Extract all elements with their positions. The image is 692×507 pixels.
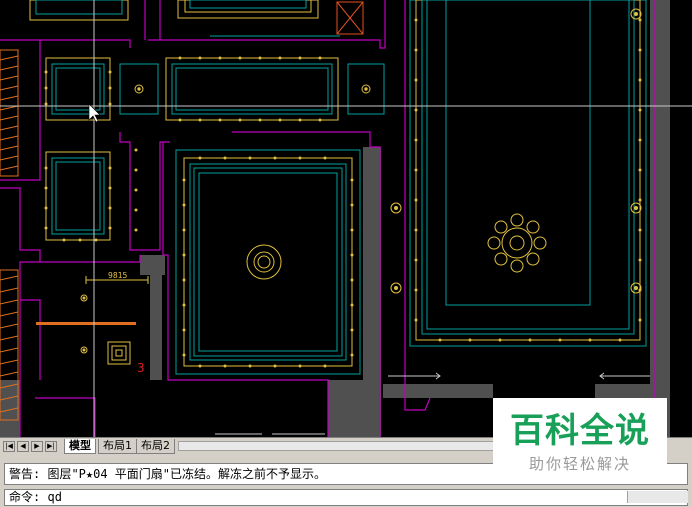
command-current-input: qd	[47, 490, 62, 504]
command-prompt-label: 命令:	[9, 490, 41, 504]
tab-layout2[interactable]: 布局2	[136, 439, 175, 454]
red-mark: 3	[137, 361, 145, 375]
watermark-logo: 百科全说 助你轻松解决	[493, 398, 667, 482]
first-tab-button[interactable]: |◀	[3, 441, 15, 452]
next-tab-button[interactable]: ▶	[31, 441, 43, 452]
tab-layout1[interactable]: 布局1	[98, 439, 137, 454]
command-scrollbar[interactable]	[627, 491, 688, 503]
watermark-title: 百科全说	[510, 411, 650, 451]
prev-tab-button[interactable]: ◀	[17, 441, 29, 452]
orange-beam	[36, 322, 136, 325]
dimension-text: 9815	[108, 271, 127, 280]
watermark-subtitle: 助你轻松解决	[528, 455, 631, 473]
tab-model[interactable]: 模型	[64, 439, 96, 454]
command-input[interactable]: 命令: qd	[4, 489, 688, 506]
last-tab-button[interactable]: ▶|	[45, 441, 57, 452]
cad-drawing-canvas[interactable]: 9815 3	[0, 0, 692, 437]
